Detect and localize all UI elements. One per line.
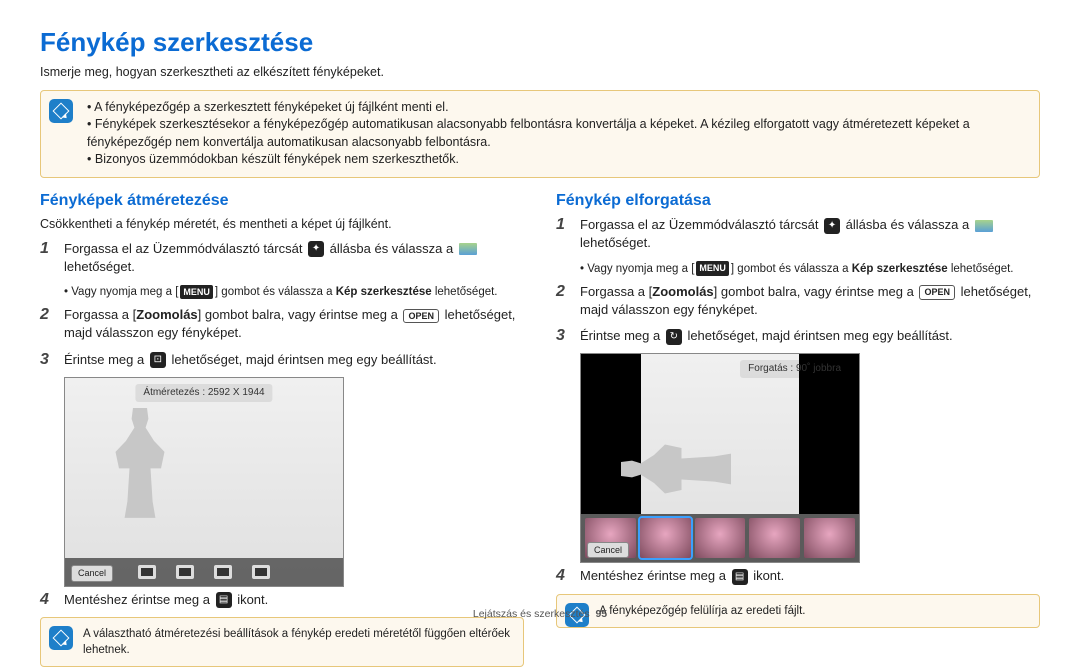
- thumbnail-selected[interactable]: [640, 518, 691, 558]
- cancel-button[interactable]: Cancel: [71, 565, 113, 582]
- step-number: 4: [40, 591, 54, 609]
- step-number: 2: [556, 283, 570, 319]
- left-subheading: Csökkentheti a fénykép méretét, és menth…: [40, 216, 524, 234]
- top-note-3: Bizonyos üzemmódokban készült fényképek …: [87, 151, 1029, 169]
- rotate-screen-preview: Forgatás : 90˚ jobbra Cancel: [580, 353, 860, 563]
- left-step-4: Mentéshez érintse meg a ▤ ikont.: [64, 591, 268, 609]
- resize-screen-title: Átméretezés : 2592 X 1944: [135, 384, 272, 402]
- page-title: Fénykép szerkesztése: [40, 24, 1040, 60]
- left-column: Fényképek átméretezése Csökkentheti a fé…: [40, 190, 524, 667]
- save-icon: ▤: [216, 592, 232, 608]
- left-step-2: Forgassa a [Zoomolás] gombot balra, vagy…: [64, 306, 524, 342]
- toolbar-icon[interactable]: [138, 565, 156, 579]
- thumbnail[interactable]: [749, 518, 800, 558]
- mask: [799, 354, 859, 514]
- landscape-icon: [975, 220, 993, 232]
- left-step-3: Érintse meg a ⊡ lehetőséget, majd érints…: [64, 351, 437, 369]
- resize-screen-preview: Átméretezés : 2592 X 1944 Cancel: [64, 377, 344, 587]
- open-button-label: OPEN: [403, 309, 439, 324]
- right-step-4: Mentéshez érintse meg a ▤ ikont.: [580, 567, 784, 585]
- intro-text: Ismerje meg, hogyan szerkesztheti az elk…: [40, 64, 1040, 82]
- step-number: 1: [556, 216, 570, 252]
- page-footer: Lejátszás és szerkesztés 95: [0, 607, 1080, 622]
- toolbar-icon[interactable]: [176, 565, 194, 579]
- top-note-1: A fényképezőgép a szerkesztett fényképek…: [87, 99, 1029, 117]
- step-number: 3: [556, 327, 570, 345]
- cancel-button[interactable]: Cancel: [587, 542, 629, 559]
- right-step-1: Forgassa el az Üzemmódválasztó tárcsát ✦…: [580, 216, 1040, 252]
- rotate-screen-title: Forgatás : 90˚ jobbra: [740, 360, 849, 378]
- step-number: 2: [40, 306, 54, 342]
- thumbnail[interactable]: [695, 518, 746, 558]
- rotate-icon: ↻: [666, 329, 682, 345]
- right-heading: Fénykép elforgatása: [556, 190, 1040, 212]
- step-number: 1: [40, 240, 54, 276]
- top-note-2: Fényképek szerkesztésekor a fényképezőgé…: [87, 116, 1029, 151]
- save-icon: ▤: [732, 569, 748, 585]
- step-number: 3: [40, 351, 54, 369]
- step-number: 4: [556, 567, 570, 585]
- note-icon: [49, 99, 73, 123]
- top-note-box: A fényképezőgép a szerkesztett fényképek…: [40, 90, 1040, 178]
- right-column: Fénykép elforgatása 1 Forgassa el az Üze…: [556, 190, 1040, 667]
- left-bottom-note: A választható átméretezési beállítások a…: [40, 617, 524, 667]
- left-step-1: Forgassa el az Üzemmódválasztó tárcsát ✦…: [64, 240, 524, 276]
- right-step-1-sub: Vagy nyomja meg a [MENU] gombot és válas…: [580, 261, 1040, 277]
- silhouette-graphic: [105, 408, 175, 518]
- right-step-2: Forgassa a [Zoomolás] gombot balra, vagy…: [580, 283, 1040, 319]
- landscape-icon: [459, 243, 477, 255]
- dpad-icon: ✦: [308, 241, 324, 257]
- left-heading: Fényképek átméretezése: [40, 190, 524, 212]
- menu-button-label: MENU: [180, 285, 213, 300]
- toolbar-icon[interactable]: [214, 565, 232, 579]
- right-step-3: Érintse meg a ↻ lehetőséget, majd érints…: [580, 327, 953, 345]
- left-step-1-sub: Vagy nyomja meg a [MENU] gombot és válas…: [64, 284, 524, 300]
- menu-button-label: MENU: [696, 261, 729, 276]
- thumbnail[interactable]: [804, 518, 855, 558]
- resize-icon: ⊡: [150, 352, 166, 368]
- open-button-label: OPEN: [919, 285, 955, 300]
- dpad-icon: ✦: [824, 218, 840, 234]
- toolbar-icon[interactable]: [252, 565, 270, 579]
- mask: [581, 354, 641, 514]
